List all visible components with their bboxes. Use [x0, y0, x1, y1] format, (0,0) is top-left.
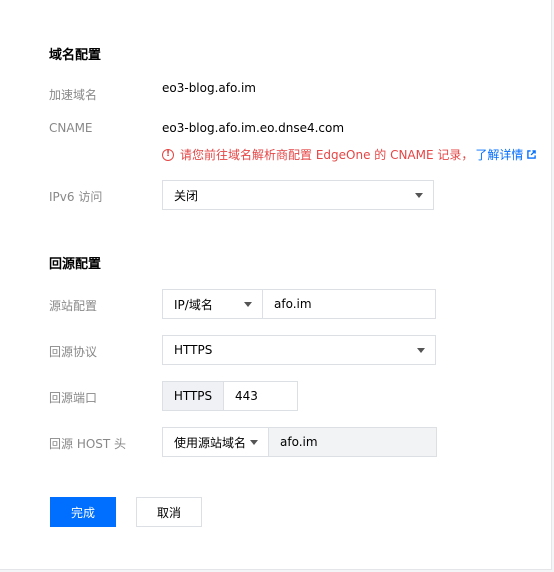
- port-value: 443: [235, 389, 258, 403]
- cname-warning: ! 请您前往域名解析商配置 EdgeOne 的 CNAME 记录， 了解详情: [162, 146, 537, 163]
- host-header-input[interactable]: afo.im: [268, 427, 437, 457]
- port-protocol-addon: HTTPS: [162, 381, 224, 411]
- host-header-value: afo.im: [280, 435, 318, 449]
- protocol-label: 回源协议: [49, 345, 98, 359]
- origin-config-title: 回源配置: [49, 257, 102, 272]
- protocol-select-value: HTTPS: [174, 343, 213, 357]
- cancel-button[interactable]: 取消: [136, 497, 202, 527]
- chevron-down-icon: [415, 193, 423, 198]
- chevron-down-icon: [250, 440, 258, 445]
- confirm-button[interactable]: 完成: [50, 497, 116, 527]
- origin-address-input[interactable]: afo.im: [262, 289, 436, 319]
- accel-domain-value: eo3-blog.afo.im: [162, 81, 256, 95]
- learn-more-link[interactable]: 了解详情: [475, 146, 523, 163]
- protocol-select[interactable]: HTTPS: [162, 335, 436, 365]
- external-link-icon[interactable]: [527, 150, 537, 159]
- origin-type-value: IP/域名: [174, 297, 213, 312]
- host-type-select[interactable]: 使用源站域名: [162, 427, 269, 457]
- domain-config-title: 域名配置: [49, 48, 102, 63]
- port-input[interactable]: 443: [223, 381, 298, 411]
- host-type-value: 使用源站域名: [174, 435, 247, 450]
- chevron-down-icon: [417, 348, 425, 353]
- ipv6-select[interactable]: 关闭: [162, 180, 434, 210]
- origin-address-value: afo.im: [274, 297, 312, 311]
- accel-domain-label: 加速域名: [49, 88, 98, 102]
- host-header-label: 回源 HOST 头: [49, 437, 127, 451]
- origin-type-select[interactable]: IP/域名: [162, 289, 263, 319]
- ipv6-label: IPv6 访问: [49, 190, 103, 204]
- port-protocol-addon-text: HTTPS: [173, 389, 213, 403]
- ipv6-select-value: 关闭: [174, 188, 199, 203]
- cname-value: eo3-blog.afo.im.eo.dnse4.com: [162, 121, 345, 135]
- port-label: 回源端口: [49, 391, 98, 405]
- cname-label: CNAME: [49, 121, 93, 135]
- chevron-down-icon: [244, 302, 252, 307]
- exclamation-circle-icon: !: [162, 148, 174, 161]
- config-card: 域名配置 加速域名 eo3-blog.afo.im CNAME eo3-blog…: [0, 0, 552, 570]
- origin-label: 源站配置: [49, 299, 98, 313]
- warning-text: 请您前往域名解析商配置 EdgeOne 的 CNAME 记录，: [180, 148, 474, 162]
